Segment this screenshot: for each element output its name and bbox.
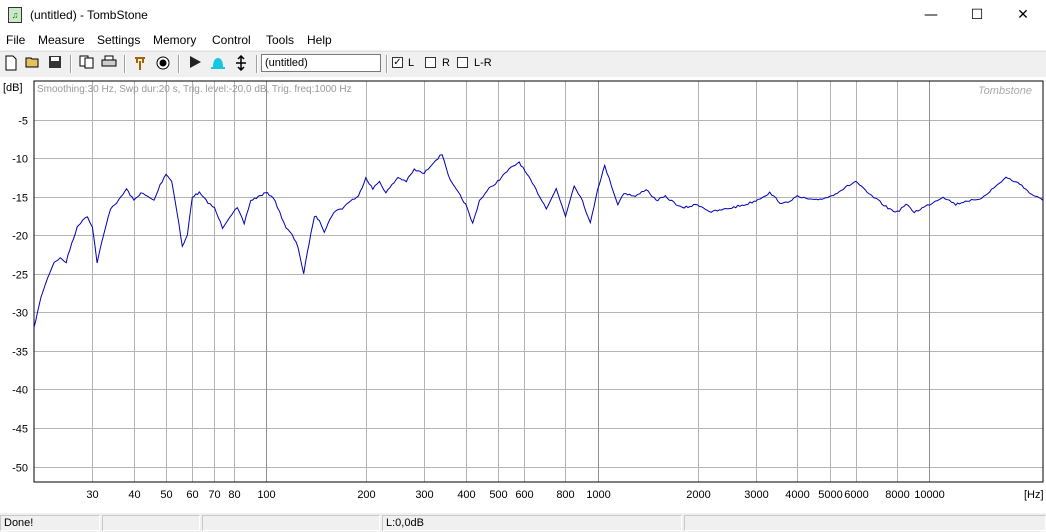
- x-tick-label: 80: [228, 489, 240, 501]
- channel-l-label: L: [408, 57, 415, 69]
- x-tick-label: 6000: [844, 489, 868, 501]
- y-tick-label: -40: [12, 385, 28, 397]
- save-icon[interactable]: [46, 55, 64, 73]
- play-icon[interactable]: [186, 55, 204, 73]
- x-axis-label: [Hz]: [1024, 489, 1044, 501]
- chart-svg[interactable]: -5 -10 -15 -20 -25 -30 -35 -40 -45 -50 30 40 50 60 70…: [0, 77, 1046, 513]
- window-title: (untitled) - TombStone: [30, 8, 148, 22]
- x-tick-label: 800: [556, 489, 574, 501]
- print-icon[interactable]: [100, 55, 118, 73]
- y-tick-label: -25: [12, 270, 28, 282]
- new-file-icon[interactable]: [2, 55, 20, 73]
- x-tick-label: 2000: [686, 489, 710, 501]
- tuning-fork-icon[interactable]: [131, 55, 149, 73]
- status-message: Done!: [0, 515, 100, 531]
- status-bar: Done! L:0,0dB: [0, 514, 1046, 532]
- y-tick-label: -10: [12, 154, 28, 166]
- x-tick-label: 100: [257, 489, 275, 501]
- x-tick-label: 4000: [785, 489, 809, 501]
- app-icon: ♫: [8, 7, 22, 23]
- menu-help[interactable]: Help: [307, 33, 332, 47]
- tombstone-watermark: Tombstone: [978, 85, 1032, 97]
- maximize-button[interactable]: ☐: [954, 0, 1000, 30]
- x-tick-label: 5000: [818, 489, 842, 501]
- x-tick-label: 8000: [885, 489, 909, 501]
- open-folder-icon[interactable]: [24, 55, 42, 73]
- y-tick-label: -35: [12, 347, 28, 359]
- cursor-arrows-icon[interactable]: [232, 54, 250, 73]
- menu-file[interactable]: File: [6, 33, 25, 47]
- status-cell-2: [102, 515, 200, 531]
- channel-l-checkbox[interactable]: ✓: [392, 57, 403, 68]
- plot-frame: [33, 80, 1044, 483]
- toolbar-separator: [256, 55, 258, 73]
- title-bar: ♫ (untitled) - TombStone — ☐ ✕: [0, 0, 1046, 30]
- x-tick-label: 60: [186, 489, 198, 501]
- x-tick-label: 500: [489, 489, 507, 501]
- y-tick-label: -50: [12, 463, 28, 475]
- bell-icon[interactable]: [209, 55, 227, 73]
- close-button[interactable]: ✕: [1000, 0, 1046, 30]
- toolbar: (untitled) ✓ L R L-R: [0, 51, 1046, 76]
- grid-lines: [34, 81, 1043, 482]
- x-tick-label: 400: [457, 489, 475, 501]
- y-tick-label: -15: [12, 193, 28, 205]
- measurement-info-text: Smoothing:30 Hz, Swp dur:20 s, Trig. lev…: [37, 84, 352, 95]
- y-axis-label: [dB]: [3, 82, 23, 94]
- y-tick-label: -30: [12, 308, 28, 320]
- minimize-button[interactable]: —: [908, 0, 954, 30]
- toolbar-separator: [386, 55, 388, 73]
- x-tick-label: 300: [415, 489, 433, 501]
- x-tick-label: 1000: [586, 489, 610, 501]
- x-tick-label: 3000: [744, 489, 768, 501]
- channel-r-label: R: [442, 57, 450, 69]
- x-tick-label: 70: [208, 489, 220, 501]
- channel-lr-checkbox[interactable]: [457, 57, 468, 68]
- toolbar-separator: [70, 55, 72, 73]
- menu-control[interactable]: Control: [212, 33, 251, 47]
- status-cell-5: [684, 515, 1046, 531]
- menu-measure[interactable]: Measure: [38, 33, 85, 47]
- y-tick-label: -45: [12, 424, 28, 436]
- record-icon[interactable]: [154, 55, 172, 73]
- series-left-channel: [33, 154, 1044, 328]
- status-level: L:0,0dB: [382, 515, 682, 531]
- toolbar-separator: [124, 55, 126, 73]
- copy-icon[interactable]: [78, 55, 96, 73]
- x-tick-label: 50: [160, 489, 172, 501]
- y-tick-label: -20: [12, 231, 28, 243]
- menu-tools[interactable]: Tools: [266, 33, 294, 47]
- toolbar-separator: [178, 55, 180, 73]
- status-cell-3: [202, 515, 380, 531]
- x-tick-label: 40: [128, 489, 140, 501]
- menu-memory[interactable]: Memory: [153, 33, 196, 47]
- x-tick-label: 10000: [914, 489, 945, 501]
- menu-settings[interactable]: Settings: [97, 33, 140, 47]
- measurement-name-field[interactable]: (untitled): [261, 54, 381, 72]
- x-tick-label: 600: [515, 489, 533, 501]
- x-tick-label: 30: [86, 489, 98, 501]
- frequency-response-chart[interactable]: -5 -10 -15 -20 -25 -30 -35 -40 -45 -50 30 40 50 60 70…: [0, 77, 1046, 513]
- y-tick-labels: -5 -10 -15 -20 -25 -30 -35 -40 -45 -50: [12, 116, 28, 475]
- channel-lr-label: L-R: [474, 57, 492, 69]
- x-tick-labels: 30 40 50 60 70 80 100 200 300 400 500 600 800 1000 200…: [86, 489, 944, 501]
- menu-bar: File Measure Settings Memory Control Too…: [0, 30, 1046, 50]
- channel-r-checkbox[interactable]: [425, 57, 436, 68]
- x-tick-label: 200: [357, 489, 375, 501]
- y-tick-label: -5: [18, 116, 28, 128]
